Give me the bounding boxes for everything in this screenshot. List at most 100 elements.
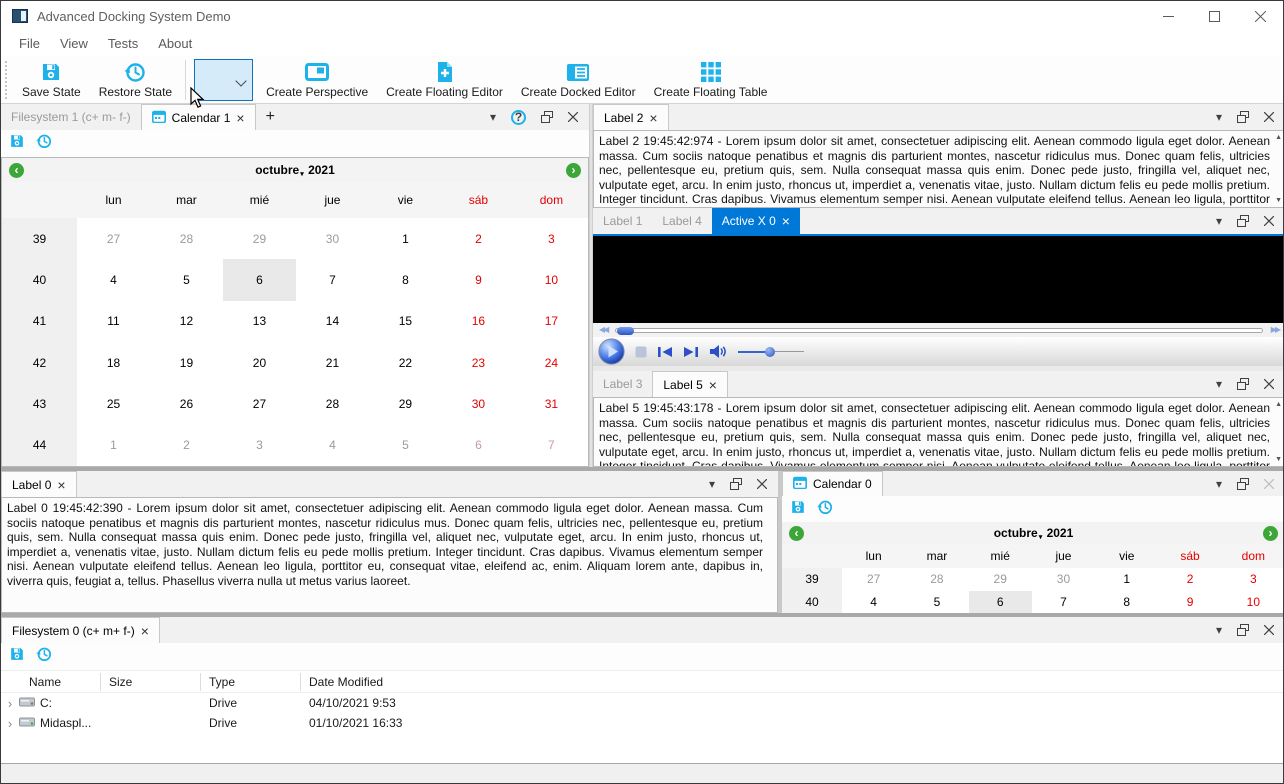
calendar-day-cell[interactable]: 21 (296, 342, 369, 383)
restore-state-button[interactable]: Restore State (90, 58, 181, 102)
calendar-day-cell[interactable]: 14 (296, 301, 369, 342)
calendar-day-cell[interactable]: 28 (150, 218, 223, 259)
month-label[interactable]: octubre (994, 526, 1038, 540)
month-label[interactable]: octubre (255, 163, 299, 177)
calendar-day-cell[interactable]: 3 (223, 425, 296, 466)
calendar-day-cell[interactable]: 29 (969, 568, 1032, 591)
calendar-day-cell[interactable]: 16 (442, 301, 515, 342)
calendar-day-cell[interactable]: 13 (223, 301, 296, 342)
calendar-day-cell[interactable]: 29 (223, 218, 296, 259)
play-button[interactable] (598, 338, 625, 365)
calendar-day-cell[interactable]: 3 (1222, 568, 1283, 591)
calendar-widget[interactable]: ‹ octubre▾ 2021 › lun mar mié jue vie sáb dom 39 27… (2, 158, 588, 466)
maximize-button[interactable] (1191, 1, 1237, 31)
month-dropdown-icon[interactable]: ▾ (1038, 534, 1044, 541)
tab-filesystem1[interactable]: Filesystem 1 (c+ m- f-) (1, 104, 141, 130)
tab-filesystem0[interactable]: Filesystem 0 (c+ m+ f-) × (1, 617, 160, 643)
close-button[interactable] (1237, 1, 1283, 31)
save-icon[interactable] (9, 133, 25, 154)
dropdown-arrow-icon[interactable]: ▾ (1216, 478, 1222, 490)
calendar-day-cell[interactable]: 9 (442, 259, 515, 300)
menu-about[interactable]: About (148, 36, 202, 51)
calendar-day-cell[interactable]: 24 (515, 342, 588, 383)
save-icon[interactable] (790, 499, 806, 520)
menu-view[interactable]: View (50, 36, 98, 51)
rewind-icon[interactable]: ◀◀ (599, 326, 609, 334)
calendar-day-cell[interactable]: 23 (442, 342, 515, 383)
calendar-day-cell[interactable]: 30 (296, 218, 369, 259)
expand-chevron-icon[interactable]: › (1, 696, 19, 711)
save-icon[interactable] (9, 646, 25, 667)
tab-close-icon[interactable]: × (782, 214, 790, 228)
calendar-day-cell[interactable]: 25 (77, 383, 150, 424)
column-header-modified[interactable]: Date Modified (301, 675, 383, 689)
dropdown-arrow-icon[interactable]: ▾ (1216, 215, 1222, 227)
seek-slider[interactable] (615, 326, 1263, 335)
calendar-day-cell[interactable]: 3 (515, 218, 588, 259)
calendar-day-cell[interactable]: 1 (1095, 568, 1158, 591)
scroll-up-icon[interactable]: ▲ (1275, 401, 1282, 408)
calendar-day-cell[interactable]: 7 (1032, 591, 1095, 614)
calendar-day-cell[interactable]: 28 (905, 568, 968, 591)
calendar-day-cell[interactable]: 4 (77, 259, 150, 300)
close-icon[interactable] (1264, 112, 1274, 122)
calendar-day-cell[interactable]: 18 (77, 342, 150, 383)
calendar-day-cell[interactable]: 27 (842, 568, 905, 591)
calendar-day-cell[interactable]: 7 (515, 425, 588, 466)
calendar-day-cell[interactable]: 27 (77, 218, 150, 259)
tab-close-icon[interactable]: × (649, 111, 657, 125)
calendar-widget[interactable]: ‹ octubre▾ 2021 › lun mar mié jue vie sáb dom 39 27… (782, 522, 1283, 614)
tab-close-icon[interactable]: × (141, 624, 149, 638)
calendar-day-cell[interactable]: 1 (77, 425, 150, 466)
calendar-day-cell[interactable]: 19 (150, 342, 223, 383)
calendar-day-cell[interactable]: 2 (150, 425, 223, 466)
create-floating-table-button[interactable]: Create Floating Table (645, 58, 777, 102)
tab-label2[interactable]: Label 2 × (593, 104, 669, 130)
calendar-day-cell[interactable]: 4 (842, 591, 905, 614)
history-restore-icon[interactable] (36, 646, 52, 667)
toolbar-drag-handle[interactable] (5, 60, 7, 99)
stop-button[interactable] (635, 346, 647, 358)
column-header-name[interactable]: Name (1, 675, 100, 689)
volume-slider[interactable] (738, 346, 804, 357)
calendar-day-cell[interactable]: 11 (77, 301, 150, 342)
tab-calendar0[interactable]: Calendar 0 (782, 471, 883, 496)
calendar-day-cell[interactable]: 2 (442, 218, 515, 259)
close-icon[interactable] (568, 112, 578, 122)
tab-activex0[interactable]: Active X 0 × (711, 208, 800, 234)
tab-close-icon[interactable]: × (709, 378, 717, 392)
calendar-day-cell[interactable]: 5 (369, 425, 442, 466)
dropdown-arrow-icon[interactable]: ▾ (490, 111, 496, 123)
float-icon[interactable] (1237, 111, 1249, 123)
calendar-day-cell[interactable]: 10 (515, 259, 588, 300)
float-icon[interactable] (541, 111, 553, 123)
calendar-day-cell[interactable]: 1 (369, 218, 442, 259)
year-label[interactable]: 2021 (1047, 526, 1074, 540)
save-state-button[interactable]: Save State (13, 58, 90, 102)
calendar-day-cell[interactable]: 6 (222, 259, 296, 301)
create-docked-editor-button[interactable]: Create Docked Editor (512, 58, 645, 102)
scroll-down-icon[interactable]: ▼ (1275, 197, 1282, 204)
create-floating-editor-button[interactable]: Create Floating Editor (377, 58, 512, 102)
calendar-day-cell[interactable]: 26 (150, 383, 223, 424)
month-dropdown-icon[interactable]: ▾ (299, 171, 305, 178)
tab-label1[interactable]: Label 1 (593, 208, 652, 234)
float-icon[interactable] (730, 478, 742, 490)
tab-close-icon[interactable]: × (236, 111, 244, 125)
dropdown-arrow-icon[interactable]: ▾ (709, 478, 715, 490)
close-icon[interactable] (757, 479, 767, 489)
dropdown-arrow-icon[interactable]: ▾ (1216, 624, 1222, 636)
calendar-day-cell[interactable]: 15 (369, 301, 442, 342)
calendar-day-cell[interactable]: 6 (442, 425, 515, 466)
tab-label5[interactable]: Label 5 × (652, 371, 728, 397)
calendar-day-cell[interactable]: 10 (1222, 591, 1283, 614)
calendar-day-cell[interactable]: 5 (905, 591, 968, 614)
calendar-day-cell[interactable]: 12 (150, 301, 223, 342)
calendar-day-cell[interactable]: 30 (1032, 568, 1095, 591)
calendar-day-cell[interactable]: 28 (296, 383, 369, 424)
calendar-day-cell[interactable]: 29 (369, 383, 442, 424)
tab-close-icon[interactable]: × (57, 478, 65, 492)
calendar-day-cell[interactable]: 27 (223, 383, 296, 424)
seek-thumb[interactable] (617, 326, 635, 335)
next-track-button[interactable] (683, 346, 699, 358)
